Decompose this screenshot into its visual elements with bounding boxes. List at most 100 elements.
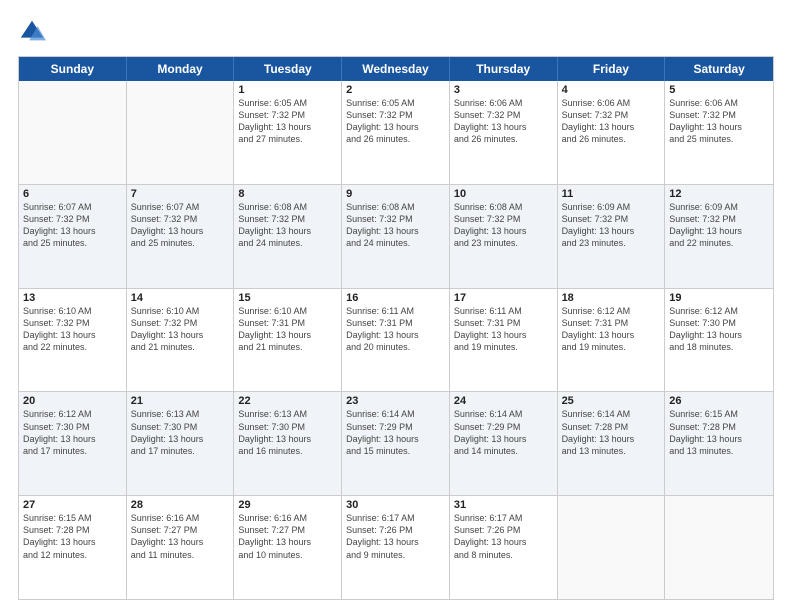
day-number: 24 <box>454 395 553 407</box>
day-cell-empty <box>19 81 127 184</box>
day-number: 8 <box>238 188 337 200</box>
day-number: 3 <box>454 84 553 96</box>
day-cell-11: 11Sunrise: 6:09 AM Sunset: 7:32 PM Dayli… <box>558 185 666 288</box>
day-cell-20: 20Sunrise: 6:12 AM Sunset: 7:30 PM Dayli… <box>19 392 127 495</box>
day-info: Sunrise: 6:05 AM Sunset: 7:32 PM Dayligh… <box>238 97 337 146</box>
day-number: 18 <box>562 292 661 304</box>
day-cell-empty <box>558 496 666 599</box>
day-cell-4: 4Sunrise: 6:06 AM Sunset: 7:32 PM Daylig… <box>558 81 666 184</box>
day-info: Sunrise: 6:14 AM Sunset: 7:29 PM Dayligh… <box>454 408 553 457</box>
day-number: 14 <box>131 292 230 304</box>
day-info: Sunrise: 6:13 AM Sunset: 7:30 PM Dayligh… <box>131 408 230 457</box>
day-info: Sunrise: 6:14 AM Sunset: 7:29 PM Dayligh… <box>346 408 445 457</box>
day-cell-9: 9Sunrise: 6:08 AM Sunset: 7:32 PM Daylig… <box>342 185 450 288</box>
day-cell-18: 18Sunrise: 6:12 AM Sunset: 7:31 PM Dayli… <box>558 289 666 392</box>
day-number: 12 <box>669 188 769 200</box>
day-number: 29 <box>238 499 337 511</box>
day-cell-19: 19Sunrise: 6:12 AM Sunset: 7:30 PM Dayli… <box>665 289 773 392</box>
calendar: SundayMondayTuesdayWednesdayThursdayFrid… <box>18 56 774 600</box>
day-number: 16 <box>346 292 445 304</box>
day-cell-13: 13Sunrise: 6:10 AM Sunset: 7:32 PM Dayli… <box>19 289 127 392</box>
day-number: 4 <box>562 84 661 96</box>
logo-icon <box>18 18 46 46</box>
day-info: Sunrise: 6:13 AM Sunset: 7:30 PM Dayligh… <box>238 408 337 457</box>
day-header-wednesday: Wednesday <box>342 57 450 81</box>
week-row-3: 13Sunrise: 6:10 AM Sunset: 7:32 PM Dayli… <box>19 289 773 393</box>
day-headers: SundayMondayTuesdayWednesdayThursdayFrid… <box>19 57 773 81</box>
day-cell-29: 29Sunrise: 6:16 AM Sunset: 7:27 PM Dayli… <box>234 496 342 599</box>
day-info: Sunrise: 6:16 AM Sunset: 7:27 PM Dayligh… <box>238 512 337 561</box>
day-number: 25 <box>562 395 661 407</box>
day-cell-25: 25Sunrise: 6:14 AM Sunset: 7:28 PM Dayli… <box>558 392 666 495</box>
day-number: 19 <box>669 292 769 304</box>
day-info: Sunrise: 6:10 AM Sunset: 7:31 PM Dayligh… <box>238 305 337 354</box>
day-info: Sunrise: 6:09 AM Sunset: 7:32 PM Dayligh… <box>562 201 661 250</box>
day-info: Sunrise: 6:06 AM Sunset: 7:32 PM Dayligh… <box>562 97 661 146</box>
day-header-sunday: Sunday <box>19 57 127 81</box>
day-info: Sunrise: 6:10 AM Sunset: 7:32 PM Dayligh… <box>23 305 122 354</box>
day-cell-2: 2Sunrise: 6:05 AM Sunset: 7:32 PM Daylig… <box>342 81 450 184</box>
day-cell-16: 16Sunrise: 6:11 AM Sunset: 7:31 PM Dayli… <box>342 289 450 392</box>
day-cell-14: 14Sunrise: 6:10 AM Sunset: 7:32 PM Dayli… <box>127 289 235 392</box>
day-cell-15: 15Sunrise: 6:10 AM Sunset: 7:31 PM Dayli… <box>234 289 342 392</box>
day-number: 30 <box>346 499 445 511</box>
day-info: Sunrise: 6:05 AM Sunset: 7:32 PM Dayligh… <box>346 97 445 146</box>
day-number: 13 <box>23 292 122 304</box>
week-row-4: 20Sunrise: 6:12 AM Sunset: 7:30 PM Dayli… <box>19 392 773 496</box>
day-cell-6: 6Sunrise: 6:07 AM Sunset: 7:32 PM Daylig… <box>19 185 127 288</box>
day-header-monday: Monday <box>127 57 235 81</box>
day-number: 11 <box>562 188 661 200</box>
day-info: Sunrise: 6:11 AM Sunset: 7:31 PM Dayligh… <box>454 305 553 354</box>
day-cell-22: 22Sunrise: 6:13 AM Sunset: 7:30 PM Dayli… <box>234 392 342 495</box>
day-info: Sunrise: 6:10 AM Sunset: 7:32 PM Dayligh… <box>131 305 230 354</box>
day-number: 10 <box>454 188 553 200</box>
day-info: Sunrise: 6:15 AM Sunset: 7:28 PM Dayligh… <box>23 512 122 561</box>
day-number: 17 <box>454 292 553 304</box>
page: SundayMondayTuesdayWednesdayThursdayFrid… <box>0 0 792 612</box>
day-cell-30: 30Sunrise: 6:17 AM Sunset: 7:26 PM Dayli… <box>342 496 450 599</box>
day-number: 6 <box>23 188 122 200</box>
day-cell-17: 17Sunrise: 6:11 AM Sunset: 7:31 PM Dayli… <box>450 289 558 392</box>
day-info: Sunrise: 6:08 AM Sunset: 7:32 PM Dayligh… <box>346 201 445 250</box>
day-number: 1 <box>238 84 337 96</box>
day-cell-3: 3Sunrise: 6:06 AM Sunset: 7:32 PM Daylig… <box>450 81 558 184</box>
day-info: Sunrise: 6:07 AM Sunset: 7:32 PM Dayligh… <box>131 201 230 250</box>
day-header-tuesday: Tuesday <box>234 57 342 81</box>
day-info: Sunrise: 6:11 AM Sunset: 7:31 PM Dayligh… <box>346 305 445 354</box>
day-cell-10: 10Sunrise: 6:08 AM Sunset: 7:32 PM Dayli… <box>450 185 558 288</box>
day-number: 20 <box>23 395 122 407</box>
day-number: 7 <box>131 188 230 200</box>
day-number: 5 <box>669 84 769 96</box>
day-cell-8: 8Sunrise: 6:08 AM Sunset: 7:32 PM Daylig… <box>234 185 342 288</box>
day-info: Sunrise: 6:12 AM Sunset: 7:31 PM Dayligh… <box>562 305 661 354</box>
day-cell-31: 31Sunrise: 6:17 AM Sunset: 7:26 PM Dayli… <box>450 496 558 599</box>
day-info: Sunrise: 6:17 AM Sunset: 7:26 PM Dayligh… <box>346 512 445 561</box>
day-number: 26 <box>669 395 769 407</box>
day-info: Sunrise: 6:16 AM Sunset: 7:27 PM Dayligh… <box>131 512 230 561</box>
day-cell-12: 12Sunrise: 6:09 AM Sunset: 7:32 PM Dayli… <box>665 185 773 288</box>
day-header-thursday: Thursday <box>450 57 558 81</box>
day-info: Sunrise: 6:08 AM Sunset: 7:32 PM Dayligh… <box>454 201 553 250</box>
day-number: 31 <box>454 499 553 511</box>
day-header-saturday: Saturday <box>665 57 773 81</box>
day-info: Sunrise: 6:14 AM Sunset: 7:28 PM Dayligh… <box>562 408 661 457</box>
day-info: Sunrise: 6:09 AM Sunset: 7:32 PM Dayligh… <box>669 201 769 250</box>
week-row-1: 1Sunrise: 6:05 AM Sunset: 7:32 PM Daylig… <box>19 81 773 185</box>
day-header-friday: Friday <box>558 57 666 81</box>
day-number: 2 <box>346 84 445 96</box>
day-cell-23: 23Sunrise: 6:14 AM Sunset: 7:29 PM Dayli… <box>342 392 450 495</box>
day-number: 28 <box>131 499 230 511</box>
day-info: Sunrise: 6:12 AM Sunset: 7:30 PM Dayligh… <box>669 305 769 354</box>
day-number: 9 <box>346 188 445 200</box>
day-info: Sunrise: 6:17 AM Sunset: 7:26 PM Dayligh… <box>454 512 553 561</box>
day-info: Sunrise: 6:15 AM Sunset: 7:28 PM Dayligh… <box>669 408 769 457</box>
day-info: Sunrise: 6:06 AM Sunset: 7:32 PM Dayligh… <box>454 97 553 146</box>
day-number: 23 <box>346 395 445 407</box>
day-info: Sunrise: 6:08 AM Sunset: 7:32 PM Dayligh… <box>238 201 337 250</box>
week-row-2: 6 Sunrise: 6:07 AM Sunset: 7:32 PM Daylig… <box>19 185 773 289</box>
day-cell-5: 5Sunrise: 6:06 AM Sunset: 7:32 PM Daylig… <box>665 81 773 184</box>
calendar-body: 1Sunrise: 6:05 AM Sunset: 7:32 PM Daylig… <box>19 81 773 599</box>
day-number: 27 <box>23 499 122 511</box>
day-info: Sunrise: 6:06 AM Sunset: 7:32 PM Dayligh… <box>669 97 769 146</box>
day-cell-24: 24Sunrise: 6:14 AM Sunset: 7:29 PM Dayli… <box>450 392 558 495</box>
